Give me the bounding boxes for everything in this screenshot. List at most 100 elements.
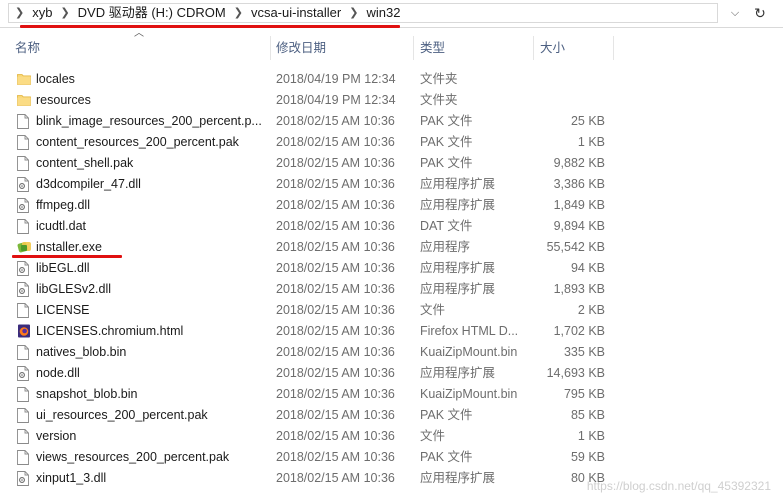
file-size: 2 KB [577, 303, 605, 317]
column-divider[interactable] [533, 36, 534, 60]
file-type: 应用程序 [420, 240, 471, 254]
file-modified-date: 2018/02/15 AM 10:36 [276, 366, 395, 380]
file-size: 9,894 KB [553, 219, 605, 233]
watermark: https://blog.csdn.net/qq_45392321 [586, 479, 771, 493]
file-modified-date: 2018/02/15 AM 10:36 [276, 114, 395, 128]
file-name: version [36, 429, 77, 443]
file-row[interactable]: icudtl.dat 2018/02/15 AM 10:36 DAT 文件 9,894… [0, 216, 783, 237]
address-bar: ❯ xyb ❯ DVD 驱动器 (H:) CDROM ❯ vcsa-ui-ins… [0, 0, 783, 28]
file-size [537, 90, 605, 111]
file-name: content_shell.pak [36, 156, 134, 170]
file-name: d3dcompiler_47.dll [36, 177, 141, 191]
column-divider[interactable] [613, 36, 614, 60]
file-row[interactable]: LICENSES.chromium.html 2018/02/15 AM 10:3… [0, 321, 783, 342]
file-icon [17, 387, 31, 402]
file-modified-date: 2018/02/15 AM 10:36 [276, 387, 395, 401]
file-icon [17, 450, 31, 465]
chevron-down-icon[interactable]: ⌵ [727, 4, 743, 22]
file-name: LICENSE [36, 303, 90, 317]
file-name: views_resources_200_percent.pak [36, 450, 230, 464]
file-row[interactable]: blink_image_resources_200_percent.p... 20… [0, 111, 783, 132]
file-type: 文件夹 [420, 93, 458, 107]
file-type: 应用程序扩展 [420, 471, 496, 485]
file-row[interactable]: content_shell.pak 2018/02/15 AM 10:36 PAK … [0, 153, 783, 174]
file-icon [17, 408, 31, 423]
file-type: PAK 文件 [420, 450, 473, 464]
dll-file-icon [17, 177, 31, 192]
column-header-date[interactable]: 修改日期 [276, 36, 326, 60]
file-size: 9,882 KB [553, 156, 605, 170]
file-name: natives_blob.bin [36, 345, 127, 359]
file-row[interactable]: locales 2018/04/19 PM 12:34 文件夹 [0, 69, 783, 90]
file-size: 1,893 KB [553, 282, 605, 296]
breadcrumb-item-dvd-drive[interactable]: DVD 驱动器 (H:) CDROM [76, 3, 228, 23]
file-type: 应用程序扩展 [420, 366, 496, 380]
refresh-icon[interactable]: ↻ [750, 3, 770, 23]
file-modified-date: 2018/02/15 AM 10:36 [276, 408, 395, 422]
breadcrumb[interactable]: ❯ xyb ❯ DVD 驱动器 (H:) CDROM ❯ vcsa-ui-ins… [8, 3, 718, 23]
firefox-html-icon [17, 324, 31, 339]
dll-file-icon [17, 471, 31, 486]
chevron-right-icon[interactable]: ❯ [228, 3, 249, 23]
file-type: 文件 [420, 303, 446, 317]
chevron-right-icon[interactable]: ❯ [343, 3, 364, 23]
file-size: 14,693 KB [546, 366, 605, 380]
file-modified-date: 2018/02/15 AM 10:36 [276, 324, 395, 338]
file-name: resources [36, 93, 91, 107]
file-row[interactable]: version 2018/02/15 AM 10:36 文件 1 KB [0, 426, 783, 447]
file-modified-date: 2018/02/15 AM 10:36 [276, 135, 395, 149]
file-row[interactable]: LICENSE 2018/02/15 AM 10:36 文件 2 KB [0, 300, 783, 321]
breadcrumb-item-win32[interactable]: win32 [364, 3, 402, 23]
folder-icon [17, 72, 31, 87]
file-size [537, 69, 605, 90]
file-size: 94 KB [570, 261, 605, 275]
file-list: locales 2018/04/19 PM 12:34 文件夹 resources 20… [0, 69, 783, 489]
file-row[interactable]: ui_resources_200_percent.pak 2018/02/15 A… [0, 405, 783, 426]
file-name: snapshot_blob.bin [36, 387, 138, 401]
file-row[interactable]: libEGL.dll 2018/02/15 AM 10:36 应用程序扩展 94 KB [0, 258, 783, 279]
file-row[interactable]: snapshot_blob.bin 2018/02/15 AM 10:36 Kuai… [0, 384, 783, 405]
chevron-right-icon[interactable]: ❯ [9, 3, 30, 23]
file-name: ui_resources_200_percent.pak [36, 408, 208, 422]
file-modified-date: 2018/02/15 AM 10:36 [276, 177, 395, 191]
chevron-right-icon[interactable]: ❯ [54, 3, 75, 23]
file-type: PAK 文件 [420, 135, 473, 149]
column-divider[interactable] [270, 36, 271, 60]
file-size: 85 KB [570, 408, 605, 422]
file-row[interactable]: resources 2018/04/19 PM 12:34 文件夹 [0, 90, 783, 111]
breadcrumb-item-vcsa-ui-installer[interactable]: vcsa-ui-installer [249, 3, 343, 23]
dll-file-icon [17, 366, 31, 381]
column-header-type[interactable]: 类型 [420, 36, 445, 60]
file-row[interactable]: d3dcompiler_47.dll 2018/02/15 AM 10:36 应用程… [0, 174, 783, 195]
file-type: 应用程序扩展 [420, 177, 496, 191]
file-name: icudtl.dat [36, 219, 87, 233]
file-size: 3,386 KB [553, 177, 605, 191]
file-modified-date: 2018/02/15 AM 10:36 [276, 198, 395, 212]
annotation-underline-address [20, 25, 400, 28]
file-row[interactable]: content_resources_200_percent.pak 2018/02… [0, 132, 783, 153]
file-type: KuaiZipMount.bin [420, 345, 518, 359]
breadcrumb-item-xyb[interactable]: xyb [30, 3, 54, 23]
file-icon [17, 345, 31, 360]
file-type: 应用程序扩展 [420, 261, 496, 275]
file-modified-date: 2018/02/15 AM 10:36 [276, 219, 395, 233]
file-modified-date: 2018/02/15 AM 10:36 [276, 471, 395, 485]
column-header-name[interactable]: 名称 [15, 36, 40, 60]
file-type: PAK 文件 [420, 114, 473, 128]
file-row[interactable]: node.dll 2018/02/15 AM 10:36 应用程序扩展 14,693 … [0, 363, 783, 384]
file-size: 1,849 KB [553, 198, 605, 212]
file-row[interactable]: natives_blob.bin 2018/02/15 AM 10:36 KuaiZ… [0, 342, 783, 363]
file-name: libGLESv2.dll [36, 282, 112, 296]
file-modified-date: 2018/02/15 AM 10:36 [276, 429, 395, 443]
file-size: 795 KB [563, 387, 605, 401]
file-size: 335 KB [563, 345, 605, 359]
file-modified-date: 2018/02/15 AM 10:36 [276, 303, 395, 317]
file-row[interactable]: views_resources_200_percent.pak 2018/02/1… [0, 447, 783, 468]
file-size: 1,702 KB [553, 324, 605, 338]
column-header-size[interactable]: 大小 [540, 36, 565, 60]
file-type: 应用程序扩展 [420, 282, 496, 296]
file-row[interactable]: libGLESv2.dll 2018/02/15 AM 10:36 应用程序扩展 1,… [0, 279, 783, 300]
file-row[interactable]: ffmpeg.dll 2018/02/15 AM 10:36 应用程序扩展 1,849… [0, 195, 783, 216]
column-divider[interactable] [413, 36, 414, 60]
file-name: blink_image_resources_200_percent.p... [36, 114, 262, 128]
